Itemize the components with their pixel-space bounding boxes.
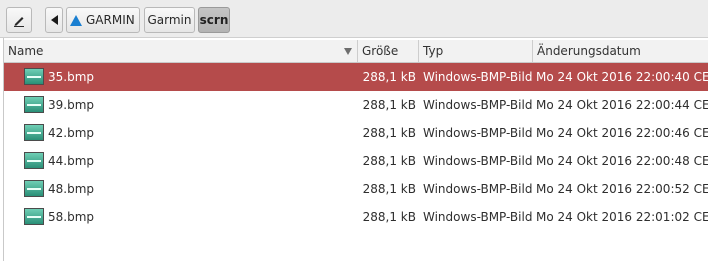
file-name: 44.bmp xyxy=(48,154,95,168)
file-name: 58.bmp xyxy=(48,210,95,224)
file-row[interactable]: 35.bmp 288,1 kB Windows-BMP-Bild Mo 24 O… xyxy=(4,63,708,91)
breadcrumb-scrn-folder[interactable]: scrn xyxy=(198,7,230,33)
image-file-icon xyxy=(24,96,44,113)
file-size: 288,1 kB xyxy=(362,210,416,224)
column-header-name[interactable]: Name xyxy=(4,40,358,62)
breadcrumb-garmin-device[interactable]: GARMIN xyxy=(66,7,140,33)
file-size: 288,1 kB xyxy=(362,182,416,196)
garmin-logo-icon xyxy=(70,14,82,26)
file-size: 288,1 kB xyxy=(362,98,416,112)
file-row[interactable]: 58.bmp 288,1 kB Windows-BMP-Bild Mo 24 O… xyxy=(4,203,708,231)
breadcrumb-label: Garmin xyxy=(147,13,192,27)
file-type: Windows-BMP-Bild xyxy=(423,70,533,84)
image-file-icon xyxy=(24,124,44,141)
file-type: Windows-BMP-Bild xyxy=(423,126,533,140)
file-date: Mo 24 Okt 2016 22:00:52 CEST xyxy=(536,182,708,196)
file-date: Mo 24 Okt 2016 22:01:02 CEST xyxy=(536,210,708,224)
column-header-size[interactable]: Größe xyxy=(358,40,419,62)
file-name: 35.bmp xyxy=(48,70,95,84)
file-type: Windows-BMP-Bild xyxy=(423,154,533,168)
file-type: Windows-BMP-Bild xyxy=(423,98,533,112)
pencil-icon xyxy=(14,17,24,27)
column-label: Typ xyxy=(423,44,444,58)
file-name: 39.bmp xyxy=(48,98,95,112)
file-name: 48.bmp xyxy=(48,182,95,196)
column-label: Änderungsdatum xyxy=(537,44,641,58)
path-bar: GARMIN Garmin scrn xyxy=(0,0,708,38)
file-row[interactable]: 48.bmp 288,1 kB Windows-BMP-Bild Mo 24 O… xyxy=(4,175,708,203)
image-file-icon xyxy=(24,180,44,197)
file-size: 288,1 kB xyxy=(362,70,416,84)
breadcrumb-garmin-folder[interactable]: Garmin xyxy=(144,7,195,33)
file-name: 42.bmp xyxy=(48,126,95,140)
file-size: 288,1 kB xyxy=(362,154,416,168)
breadcrumb-label: GARMIN xyxy=(86,13,135,27)
path-back-button[interactable] xyxy=(45,7,63,33)
file-date: Mo 24 Okt 2016 22:00:40 CEST xyxy=(536,70,708,84)
image-file-icon xyxy=(24,68,44,85)
column-header: Name Größe Typ Änderungsdatum xyxy=(4,40,708,63)
file-row[interactable]: 39.bmp 288,1 kB Windows-BMP-Bild Mo 24 O… xyxy=(4,91,708,119)
file-row[interactable]: 42.bmp 288,1 kB Windows-BMP-Bild Mo 24 O… xyxy=(4,119,708,147)
column-label: Name xyxy=(8,44,44,58)
triangle-left-icon xyxy=(50,15,58,25)
file-date: Mo 24 Okt 2016 22:00:48 CEST xyxy=(536,154,708,168)
file-date: Mo 24 Okt 2016 22:00:46 CEST xyxy=(536,126,708,140)
file-date: Mo 24 Okt 2016 22:00:44 CEST xyxy=(536,98,708,112)
file-size: 288,1 kB xyxy=(362,126,416,140)
file-type: Windows-BMP-Bild xyxy=(423,182,533,196)
file-list: Name Größe Typ Änderungsdatum 35.bmp 288… xyxy=(3,38,708,261)
image-file-icon xyxy=(24,152,44,169)
edit-location-button[interactable] xyxy=(6,7,32,33)
file-type: Windows-BMP-Bild xyxy=(423,210,533,224)
image-file-icon xyxy=(24,208,44,225)
column-header-date[interactable]: Änderungsdatum xyxy=(533,40,708,62)
file-row[interactable]: 44.bmp 288,1 kB Windows-BMP-Bild Mo 24 O… xyxy=(4,147,708,175)
sort-descending-icon xyxy=(344,48,352,55)
column-label: Größe xyxy=(362,44,399,58)
column-header-type[interactable]: Typ xyxy=(419,40,533,62)
breadcrumb-label: scrn xyxy=(199,13,229,27)
